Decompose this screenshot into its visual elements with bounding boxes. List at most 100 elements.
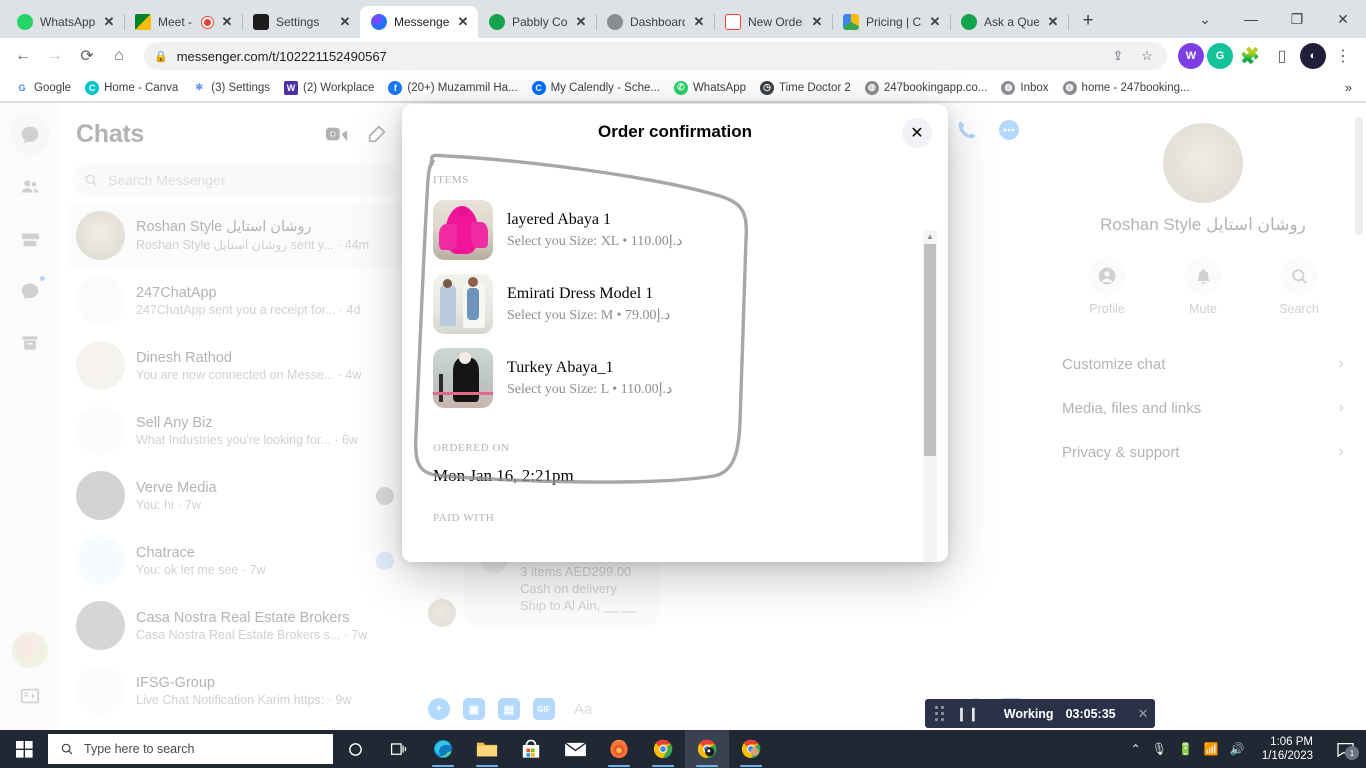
chat-row-ifsg-group[interactable]: IFSG-Group Live Chat Notification Karim … [68, 658, 402, 723]
page-scrollbar[interactable] [1354, 111, 1364, 721]
taskbar-search-input[interactable]: Type here to search [48, 734, 333, 764]
chat-row-roshan-style[interactable]: Roshan Style روشان استايل Roshan Style ر… [68, 203, 402, 268]
order-item[interactable]: layered Abaya 1 Select you Size: XL • 11… [433, 200, 948, 260]
forward-button[interactable]: → [40, 41, 70, 71]
message-input[interactable]: Aa [568, 701, 952, 718]
edge-icon[interactable] [421, 730, 465, 768]
panel-action-profile[interactable]: Profile [1076, 257, 1138, 316]
sidepanel-icon[interactable]: ▯ [1267, 41, 1297, 71]
panel-section-privacy-support[interactable]: Privacy & support › [1040, 430, 1366, 474]
modal-scrollbar[interactable]: ▲ ▼ [923, 230, 937, 562]
tab-settings[interactable]: Settings ✕ [242, 6, 360, 38]
tab-messenger[interactable]: Messenger ✕ [360, 6, 478, 38]
rail-chats-icon[interactable] [10, 115, 50, 155]
phone-icon[interactable] [954, 117, 980, 143]
plus-icon[interactable]: + [428, 698, 450, 720]
grammarly-extension-icon[interactable]: G [1207, 43, 1233, 69]
modal-scrollbar-thumb[interactable] [924, 244, 936, 456]
bookmark-settings[interactable]: ✻ (3) Settings [185, 78, 277, 98]
taskbar-clock[interactable]: 1:06 PM 1/16/2023 [1256, 735, 1319, 763]
tab-close-icon[interactable]: ✕ [810, 15, 824, 29]
reload-button[interactable]: ⟳ [72, 41, 102, 71]
bookmark-inbox[interactable]: ◍ Inbox [994, 78, 1055, 98]
scroll-up-arrow-icon[interactable]: ▲ [923, 230, 937, 243]
profile-avatar-icon[interactable]: ◐ [1300, 43, 1326, 69]
panel-section-customize-chat[interactable]: Customize chat › [1040, 342, 1366, 386]
tab-pabbly-connect[interactable]: Pabbly Con ✕ [478, 6, 597, 38]
bookmark-247bookingapp[interactable]: ◍ 247bookingapp.co... [858, 78, 995, 98]
microphone-icon[interactable]: 🎙 [1152, 742, 1167, 756]
tab-close-icon[interactable]: ✕ [692, 15, 706, 29]
chrome-menu-icon[interactable]: ⋮ [1328, 41, 1358, 71]
tab-close-icon[interactable]: ✕ [102, 15, 116, 29]
chat-row-dinesh-rathod[interactable]: Dinesh Rathod You are now connected on M… [68, 333, 402, 398]
bookmark-star-icon[interactable]: ☆ [1137, 48, 1157, 64]
bookmark-workplace[interactable]: W (2) Workplace [277, 78, 381, 98]
tab-ask-a-question[interactable]: Ask a Ques ✕ [950, 6, 1069, 38]
rail-message-requests-icon[interactable] [10, 271, 50, 311]
address-bar[interactable]: 🔒 messenger.com/t/102221152490567 ⇪ ☆ [144, 42, 1167, 70]
chrome-icon[interactable] [685, 730, 729, 768]
tab-close-icon[interactable]: ✕ [456, 15, 470, 29]
panel-action-search[interactable]: Search [1268, 257, 1330, 316]
tab-meet[interactable]: Meet - ✕ [124, 6, 243, 38]
bookmark-calendly[interactable]: C My Calendly - Sche... [525, 78, 667, 98]
wifi-icon[interactable]: 📶 [1204, 742, 1219, 756]
close-icon[interactable]: ✕ [902, 118, 932, 148]
tab-pricing[interactable]: Pricing | C ✕ [832, 6, 951, 38]
windows-icon[interactable] [0, 730, 48, 768]
close-icon[interactable]: ✕ [1138, 706, 1149, 722]
new-video-call-icon[interactable] [320, 117, 354, 151]
pause-icon[interactable]: ❙❙ [956, 706, 980, 722]
extensions-puzzle-icon[interactable]: 🧩 [1235, 41, 1265, 71]
tab-close-icon[interactable]: ✕ [338, 15, 352, 29]
workplace-extension-icon[interactable]: W [1178, 43, 1204, 69]
task-view-icon[interactable] [377, 730, 421, 768]
chrome-icon[interactable] [729, 730, 773, 768]
chat-row-247chatapp[interactable]: 247ChatApp 247ChatApp sent you a receipt… [68, 268, 402, 333]
back-button[interactable]: ← [8, 41, 38, 71]
order-item[interactable]: Emirati Dress Model 1 Select you Size: M… [433, 274, 948, 334]
order-item[interactable]: Turkey Abaya_1 Select you Size: L • 110.… [433, 348, 948, 408]
rail-expand-icon[interactable] [10, 676, 50, 716]
close-window-button[interactable]: ✕ [1320, 4, 1366, 34]
chat-row-sell-any-biz[interactable]: Sell Any Biz What Industries you're look… [68, 398, 402, 463]
microsoft-store-icon[interactable] [509, 730, 553, 768]
tab-close-icon[interactable]: ✕ [1046, 15, 1060, 29]
rail-archived-icon[interactable] [10, 323, 50, 363]
cortana-icon[interactable] [333, 730, 377, 768]
volume-icon[interactable]: 🔊 [1230, 742, 1245, 756]
tab-close-icon[interactable]: ✕ [928, 15, 942, 29]
new-tab-button[interactable]: + [1074, 7, 1102, 35]
bookmark-whatsapp[interactable]: ✆ WhatsApp [667, 78, 753, 98]
drag-handle-icon[interactable] [935, 706, 944, 721]
search-input[interactable]: Search Messenger [72, 163, 398, 197]
bookmark-facebook[interactable]: f (20+) Muzammil Ha... [381, 78, 524, 98]
tab-close-icon[interactable]: ✕ [574, 15, 588, 29]
tab-close-icon[interactable]: ✕ [220, 15, 234, 29]
share-icon[interactable]: ⇪ [1108, 48, 1128, 64]
gif-icon[interactable]: GIF [533, 698, 555, 720]
rail-people-icon[interactable] [10, 167, 50, 207]
sticker-icon[interactable]: ▤ [498, 698, 520, 720]
chat-row-chatrace[interactable]: Chatrace You: ok let me see · 7w [68, 528, 402, 593]
notification-center-icon[interactable]: 1 [1330, 730, 1360, 768]
mail-icon[interactable] [553, 730, 597, 768]
tab-dashboard[interactable]: Dashboard ✕ [596, 6, 715, 38]
chrome-icon[interactable] [641, 730, 685, 768]
page-scrollbar-thumb[interactable] [1355, 117, 1363, 235]
time-doctor-widget[interactable]: ❙❙ Working 03:05:35 ✕ [925, 699, 1155, 728]
panel-section-media-files-links[interactable]: Media, files and links › [1040, 386, 1366, 430]
tab-whatsapp[interactable]: WhatsApp ✕ [6, 6, 125, 38]
bookmarks-overflow-button[interactable]: » [1339, 80, 1358, 95]
home-button[interactable]: ⌂ [104, 41, 134, 71]
maximize-button[interactable]: ❐ [1274, 4, 1320, 34]
tab-new-order[interactable]: New Order ✕ [714, 6, 833, 38]
video-icon[interactable] [996, 117, 1022, 143]
tab-search-icon[interactable]: ⌄ [1182, 4, 1228, 34]
new-message-icon[interactable] [360, 117, 394, 151]
chat-row-casa-nostra[interactable]: Casa Nostra Real Estate Brokers Casa Nos… [68, 593, 402, 658]
rail-marketplace-icon[interactable] [10, 219, 50, 259]
photo-icon[interactable]: ▣ [463, 698, 485, 720]
bookmark-google[interactable]: G Google [8, 78, 78, 98]
